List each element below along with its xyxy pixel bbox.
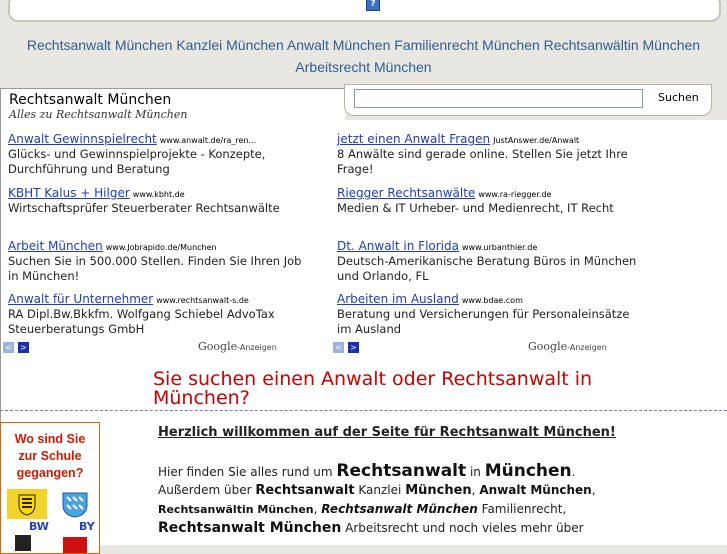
by-coat-of-arms-icon — [59, 489, 91, 519]
ad-url[interactable]: www.anwalt.de/ra_ren... — [160, 136, 256, 145]
intro-text-segment: Familienrecht, — [477, 502, 567, 516]
bw-coat-of-arms-icon — [7, 489, 47, 519]
ad-url[interactable]: www.rechtsanwalt-s.de — [156, 296, 249, 305]
ad-title-link[interactable]: Dt. Anwalt in Florida — [337, 239, 459, 253]
google-ads-label[interactable]: Google-Anzeigen — [198, 340, 277, 353]
keyword-emphasis: München — [405, 483, 472, 498]
ad-prev-button[interactable]: < — [333, 342, 344, 353]
intro-text: Hier finden Sie alles rund um Rechtsanwa… — [158, 462, 628, 537]
ad-description: Suchen Sie in 500.000 Stellen. Finden Si… — [8, 254, 302, 283]
ad-description: Medien & IT Urheber- und Medienrecht, IT… — [337, 201, 614, 215]
ad-title-link[interactable]: KBHT Kalus + Hilger — [8, 186, 130, 200]
ad-url[interactable]: www.bdae.com — [462, 296, 523, 305]
ad-url[interactable]: JustAnswer.de/Anwalt — [493, 136, 579, 145]
ad-url[interactable]: www.Jobrapido.de/Munchen — [106, 243, 217, 252]
keyword-link[interactable]: Rechtsanwalt München — [27, 37, 173, 53]
google-logo: Google — [198, 340, 238, 353]
ad-description: Deutsch-Amerikanische Beratung Büros in … — [337, 254, 637, 283]
ad-description: RA Dipl.Bw.Bkkfm. Wolfgang Schiebel Advo… — [8, 307, 275, 336]
ad-item: Anwalt für Unternehmer www.rechtsanwalt-s… — [8, 288, 308, 337]
school-banner-text: Wo sind Sie zur Schule gegangen? — [14, 432, 86, 480]
intro-text-segment: Hier finden Sie alles rund um — [158, 465, 337, 479]
keyword-link[interactable]: Arbeitsrecht München — [295, 59, 431, 75]
ad-next-button[interactable]: > — [348, 342, 359, 353]
ad-url[interactable]: www.urbanthier.de — [462, 243, 537, 252]
ad-prev-button[interactable]: < — [3, 342, 14, 353]
keyword-link[interactable]: Anwalt München — [287, 37, 391, 53]
by-label: BY — [79, 520, 95, 533]
ad-title-link[interactable]: Anwalt für Unternehmer — [8, 292, 153, 306]
top-panel: ? — [8, 0, 721, 22]
keyword-link[interactable]: Familienrecht München — [394, 37, 540, 53]
ad-title-link[interactable]: Anwalt Gewinnspielrecht — [8, 132, 157, 146]
ad-item: Anwalt Gewinnspielrecht www.anwalt.de/ra_… — [8, 128, 308, 177]
intro-text-segment: , — [591, 483, 596, 497]
ad-title-link[interactable]: jetzt einen Anwalt Fragen — [337, 132, 490, 146]
intro-text-segment: Außerdem über — [158, 483, 256, 497]
ad-description: Wirtschaftsprüfer Steuerberater Rechtsan… — [8, 201, 280, 215]
intro-text-segment: Arbeitsrecht und noch vieles mehr über — [341, 521, 584, 535]
search-button[interactable]: Suchen — [658, 91, 699, 104]
keyword-link[interactable]: Kanzlei München — [176, 37, 283, 53]
brandenburg-coat-of-arms-icon — [63, 537, 87, 553]
bw-label: BW — [29, 520, 49, 533]
intro-text-segment: . — [571, 465, 576, 479]
ad-item: Arbeiten im Ausland www.bdae.com Beratung… — [337, 288, 637, 337]
keyword-emphasis: München — [484, 461, 572, 481]
page-headline: Sie suchen einen Anwalt oder Rechtsanwal… — [153, 368, 593, 409]
ad-item: Dt. Anwalt in Florida www.urbanthier.de D… — [337, 235, 637, 284]
keyword-emphasis: Rechtsanwalt — [255, 483, 355, 498]
keyword-emphasis: Rechtsanwalt München — [158, 520, 342, 536]
keyword-links: Rechtsanwalt München Kanzlei München Anw… — [0, 34, 727, 78]
ads-suffix: -Anzeigen — [237, 343, 277, 352]
ad-description: 8 Anwälte sind gerade online. Stellen Si… — [337, 147, 628, 176]
keyword-emphasis: Rechtsanwältin München — [158, 503, 314, 516]
keyword-emphasis: Anwalt München — [479, 483, 592, 497]
search-input[interactable] — [354, 89, 643, 108]
ad-item: jetzt einen Anwalt Fragen JustAnswer.de/A… — [337, 128, 637, 177]
ad-title-link[interactable]: Arbeit München — [8, 239, 103, 253]
section-divider — [0, 410, 727, 411]
ad-description: Beratung und Versicherungen für Personal… — [337, 307, 630, 336]
welcome-heading: Herzlich willkommen auf der Seite für Re… — [158, 425, 616, 440]
site-header: Rechtsanwalt München Alles zu Rechtsanwa… — [0, 88, 345, 121]
google-ads-label[interactable]: Google-Anzeigen — [528, 340, 607, 353]
keyword-emphasis: Rechtsanwalt München — [321, 502, 478, 516]
intro-text-segment: Kanzlei — [354, 483, 406, 497]
keyword-link[interactable]: Rechtsanwältin München — [544, 37, 700, 53]
site-subtitle: Alles zu Rechtsanwalt München — [9, 108, 188, 121]
keyword-emphasis: Rechtsanwalt — [336, 461, 467, 481]
ad-item: Riegger Rechtsanwälte www.ra-riegger.de M… — [337, 182, 637, 216]
ad-title-link[interactable]: Riegger Rechtsanwälte — [337, 186, 475, 200]
site-title: Rechtsanwalt München — [9, 92, 172, 108]
ad-next-button[interactable]: > — [18, 342, 29, 353]
ad-description: Glücks- und Gewinnspielprojekte - Konzep… — [8, 147, 266, 176]
ad-item: KBHT Kalus + Hilger www.kbht.de Wirtschaf… — [8, 182, 308, 216]
ads-suffix: -Anzeigen — [567, 343, 607, 352]
ad-url[interactable]: www.ra-riegger.de — [478, 190, 551, 199]
intro-text-segment: in — [466, 465, 485, 479]
ad-title-link[interactable]: Arbeiten im Ausland — [337, 292, 459, 306]
berlin-coat-of-arms-icon — [15, 535, 31, 551]
school-banner[interactable]: Wo sind Sie zur Schule gegangen? BW BY — [0, 422, 100, 554]
ad-item: Arbeit München www.Jobrapido.de/Munchen S… — [8, 235, 308, 284]
google-logo: Google — [528, 340, 568, 353]
ad-url[interactable]: www.kbht.de — [133, 190, 185, 199]
help-icon[interactable]: ? — [366, 0, 380, 11]
